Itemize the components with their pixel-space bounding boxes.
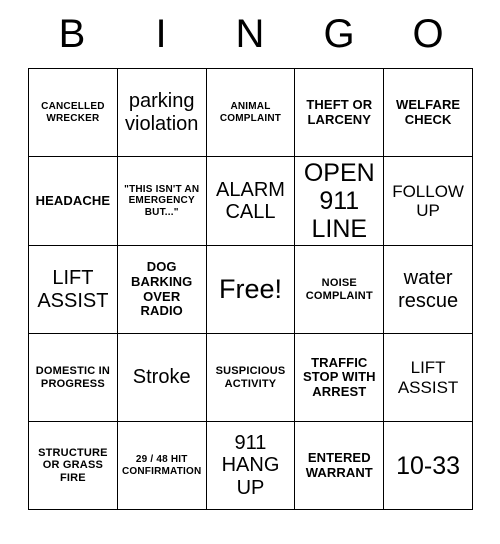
bingo-grid-wrapper: CANCELLED WRECKER parking violation ANIM…	[0, 68, 500, 510]
bingo-cell-g5[interactable]: ENTERED WARRANT	[294, 421, 385, 510]
bingo-cell-o5[interactable]: 10-33	[383, 421, 473, 510]
bingo-cell-g1[interactable]: THEFT OR LARCENY	[294, 68, 385, 157]
bingo-cell-i2[interactable]: "THIS ISN'T AN EMERGENCY BUT..."	[116, 156, 207, 246]
bingo-row: STRUCTURE OR GRASS FIRE 29 / 48 HIT CONF…	[28, 421, 473, 510]
bingo-cell-n2[interactable]: ALARM CALL	[205, 156, 296, 246]
bingo-cell-o1[interactable]: WELFARE CHECK	[383, 68, 473, 157]
bingo-cell-b1[interactable]: CANCELLED WRECKER	[28, 68, 118, 157]
bingo-cell-o2[interactable]: FOLLOW UP	[383, 156, 473, 246]
header-letter-n: N	[235, 12, 265, 56]
bingo-cell-n4[interactable]: SUSPICIOUS ACTIVITY	[205, 333, 296, 422]
bingo-cell-b3[interactable]: LIFT ASSIST	[28, 245, 118, 334]
bingo-cell-o4[interactable]: LIFT ASSIST	[383, 333, 473, 422]
bingo-cell-i4[interactable]: Stroke	[116, 333, 207, 422]
bingo-cell-g4[interactable]: TRAFFIC STOP WITH ARREST	[294, 333, 385, 422]
bingo-row: HEADACHE "THIS ISN'T AN EMERGENCY BUT...…	[28, 156, 473, 246]
bingo-card: B I N G O CANCELLED WRECKER parking viol…	[0, 0, 500, 544]
bingo-cell-b5[interactable]: STRUCTURE OR GRASS FIRE	[28, 421, 118, 510]
bingo-row: LIFT ASSIST DOG BARKING OVER RADIO Free!…	[28, 245, 473, 334]
bingo-cell-g2[interactable]: OPEN 911 LINE	[294, 156, 385, 246]
bingo-cell-n1[interactable]: ANIMAL COMPLAINT	[205, 68, 296, 157]
bingo-cell-o3[interactable]: water rescue	[383, 245, 473, 334]
header-letter-b: B	[58, 12, 86, 56]
header-letter-i: I	[155, 12, 167, 56]
bingo-cell-b2[interactable]: HEADACHE	[28, 156, 118, 246]
bingo-cell-g3[interactable]: NOISE COMPLAINT	[294, 245, 385, 334]
bingo-cell-b4[interactable]: DOMESTIC IN PROGRESS	[28, 333, 118, 422]
bingo-cell-i1[interactable]: parking violation	[116, 68, 207, 157]
bingo-grid: CANCELLED WRECKER parking violation ANIM…	[28, 68, 473, 510]
bingo-cell-i3[interactable]: DOG BARKING OVER RADIO	[116, 245, 207, 334]
bingo-row: DOMESTIC IN PROGRESS Stroke SUSPICIOUS A…	[28, 333, 473, 422]
bingo-header: B I N G O	[0, 0, 500, 68]
bingo-cell-i5[interactable]: 29 / 48 HIT CONFIRMATION	[116, 421, 207, 510]
header-letter-o: O	[412, 12, 444, 56]
bingo-cell-free[interactable]: Free!	[205, 245, 296, 334]
header-letter-g: G	[323, 12, 355, 56]
bingo-cell-n5[interactable]: 911 HANG UP	[205, 421, 296, 510]
bingo-row: CANCELLED WRECKER parking violation ANIM…	[28, 68, 473, 157]
